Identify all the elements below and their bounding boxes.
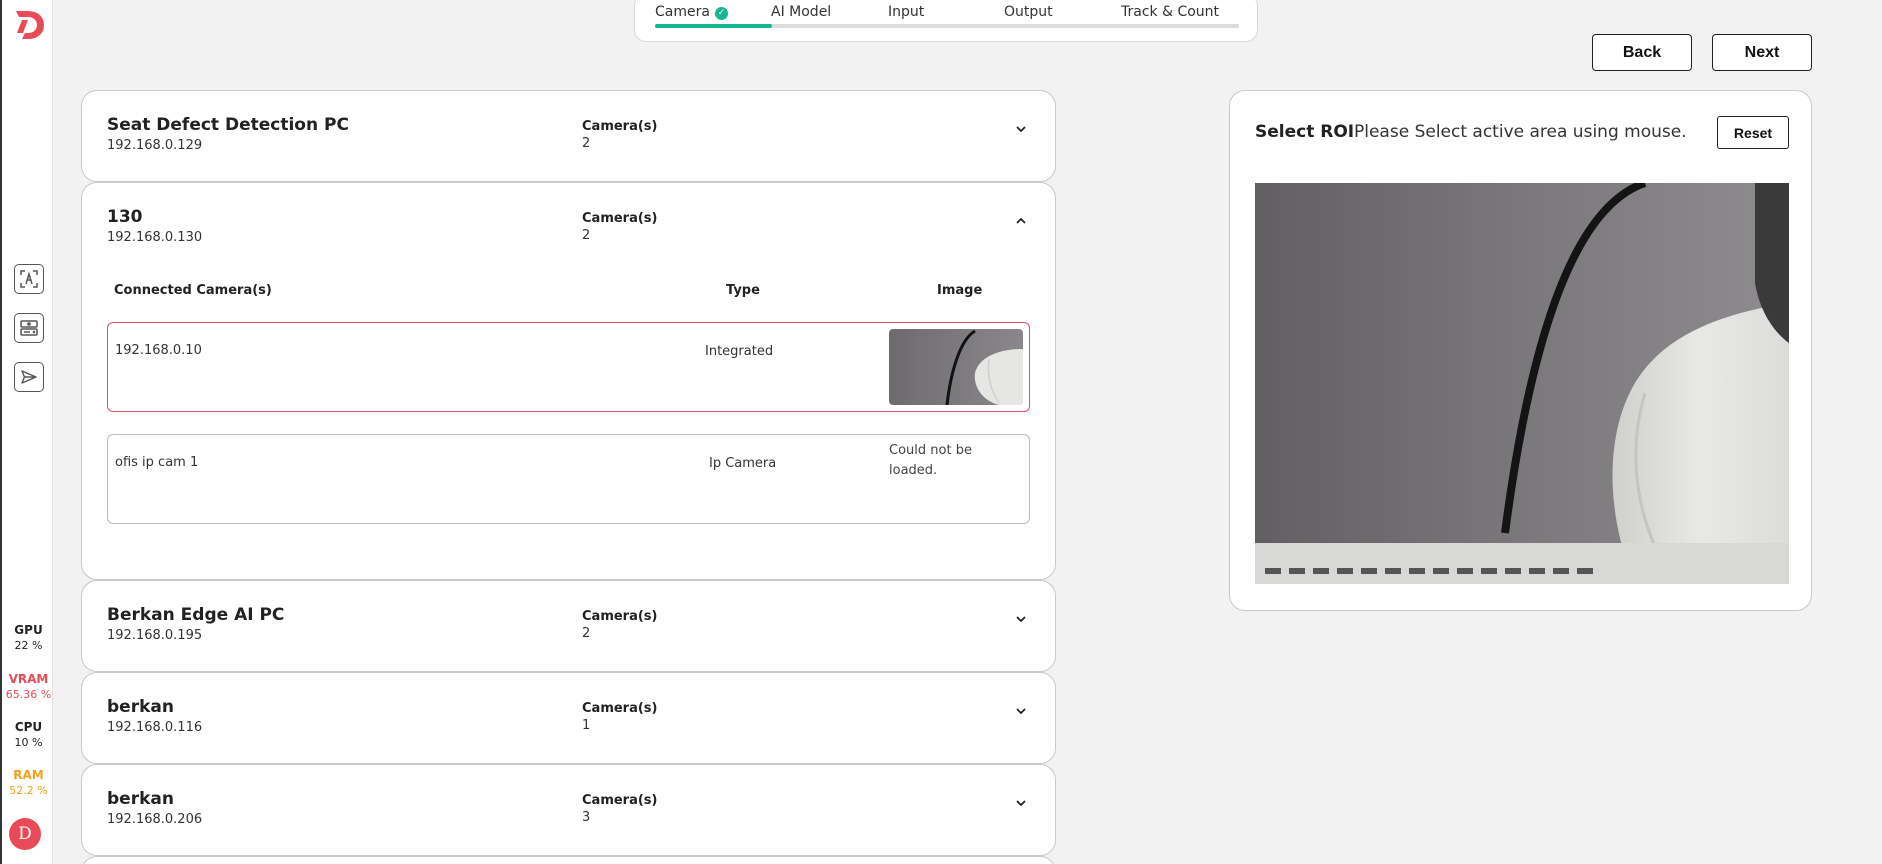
camera-count: 2 [582, 136, 591, 151]
camera-count-label: Camera(s) [582, 793, 658, 808]
cpu-stat: CPU 10 % [2, 720, 55, 750]
image-alt-text: Could not be loaded. [889, 443, 972, 478]
roi-camera-image[interactable] [1255, 183, 1789, 584]
device-panel-partial[interactable] [81, 856, 1056, 864]
device-name: Berkan Edge AI PC [107, 605, 285, 625]
camera-count: 1 [582, 718, 591, 733]
reset-button[interactable]: Reset [1717, 116, 1789, 149]
step-track-count[interactable]: Track & Count [1121, 4, 1219, 20]
back-button[interactable]: Back [1592, 34, 1692, 71]
stat-label: RAM [13, 768, 44, 782]
column-header-type: Type [726, 283, 760, 298]
wizard-stepper: Camera ✓ AI Model Input Output Track & Co… [634, 0, 1258, 42]
device-panel[interactable]: berkan 192.168.0.206 Camera(s) 3 [81, 764, 1056, 856]
gpu-stat: GPU 22 % [2, 623, 55, 653]
device-name: berkan [107, 789, 174, 809]
device-panel[interactable]: Seat Defect Detection PC 192.168.0.129 C… [81, 90, 1056, 182]
camera-count: 3 [582, 810, 591, 825]
stat-value: 52.2 % [9, 784, 48, 797]
column-header-image: Image [937, 283, 983, 298]
device-ip: 192.168.0.116 [107, 720, 203, 735]
app-logo[interactable] [12, 8, 46, 42]
stepper-progress-fill [655, 24, 772, 28]
stat-value: 65.36 % [5, 688, 52, 701]
stat-label: VRAM [8, 672, 49, 686]
device-settings-icon[interactable] [14, 313, 44, 343]
vram-stat: VRAM 65.36 % [2, 672, 55, 702]
step-label: Camera [655, 4, 710, 20]
camera-row-selected[interactable]: 192.168.0.10 Integrated [107, 322, 1030, 412]
camera-name: 192.168.0.10 [115, 343, 202, 358]
device-panel[interactable]: Berkan Edge AI PC 192.168.0.195 Camera(s… [81, 580, 1056, 672]
camera-row[interactable]: ofis ip cam 1 Ip Camera Could not be loa… [107, 434, 1030, 524]
stepper-progress-track [655, 24, 1239, 28]
step-input[interactable]: Input [888, 4, 924, 20]
roi-card: Select ROI Please Select active area usi… [1229, 90, 1812, 611]
stat-value: 22 % [14, 639, 43, 652]
step-ai-model[interactable]: AI Model [771, 4, 831, 20]
camera-count-label: Camera(s) [582, 701, 658, 716]
camera-count-label: Camera(s) [582, 119, 658, 134]
device-panel-expanded: 130 192.168.0.130 Camera(s) 2 Connected … [81, 182, 1056, 580]
chevron-down-icon[interactable] [1013, 611, 1029, 627]
roi-title: Select ROI [1255, 122, 1355, 142]
column-header-connected: Connected Camera(s) [114, 283, 272, 298]
sidebar: GPU 22 % VRAM 65.36 % CPU 10 % RAM 52.2 … [0, 0, 53, 864]
camera-type: Integrated [705, 344, 774, 359]
chevron-down-icon[interactable] [1013, 795, 1029, 811]
ai-vision-icon[interactable] [14, 264, 44, 294]
device-ip: 192.168.0.206 [107, 812, 203, 827]
chevron-down-icon[interactable] [1013, 703, 1029, 719]
next-button[interactable]: Next [1712, 34, 1812, 71]
chevron-up-icon[interactable] [1013, 213, 1029, 229]
device-panel[interactable]: berkan 192.168.0.116 Camera(s) 1 [81, 672, 1056, 764]
device-name: berkan [107, 697, 174, 717]
ram-stat: RAM 52.2 % [2, 768, 55, 798]
step-output[interactable]: Output [1004, 4, 1053, 20]
camera-count: 2 [582, 626, 591, 641]
camera-count-label: Camera(s) [582, 609, 658, 624]
camera-count-label: Camera(s) [582, 211, 658, 226]
camera-type: Ip Camera [709, 456, 777, 471]
broken-image-alt-text: Could not be loaded. [889, 441, 1009, 481]
user-avatar[interactable]: D [9, 818, 41, 850]
chevron-down-icon[interactable] [1013, 121, 1029, 137]
device-ip: 192.168.0.195 [107, 628, 203, 643]
check-icon: ✓ [714, 7, 728, 20]
camera-name: ofis ip cam 1 [115, 455, 199, 470]
device-ip: 192.168.0.129 [107, 138, 203, 153]
stat-label: GPU [14, 623, 43, 637]
device-name: 130 [107, 207, 143, 227]
stat-label: CPU [14, 720, 43, 734]
camera-count: 2 [582, 228, 591, 243]
stat-value: 10 % [14, 736, 43, 749]
camera-thumbnail [889, 329, 1023, 405]
step-camera[interactable]: Camera ✓ [655, 4, 728, 20]
device-name: Seat Defect Detection PC [107, 115, 349, 135]
device-ip: 192.168.0.130 [107, 230, 203, 245]
roi-hint: Please Select active area using mouse. [1354, 122, 1687, 142]
send-icon[interactable] [14, 362, 44, 392]
